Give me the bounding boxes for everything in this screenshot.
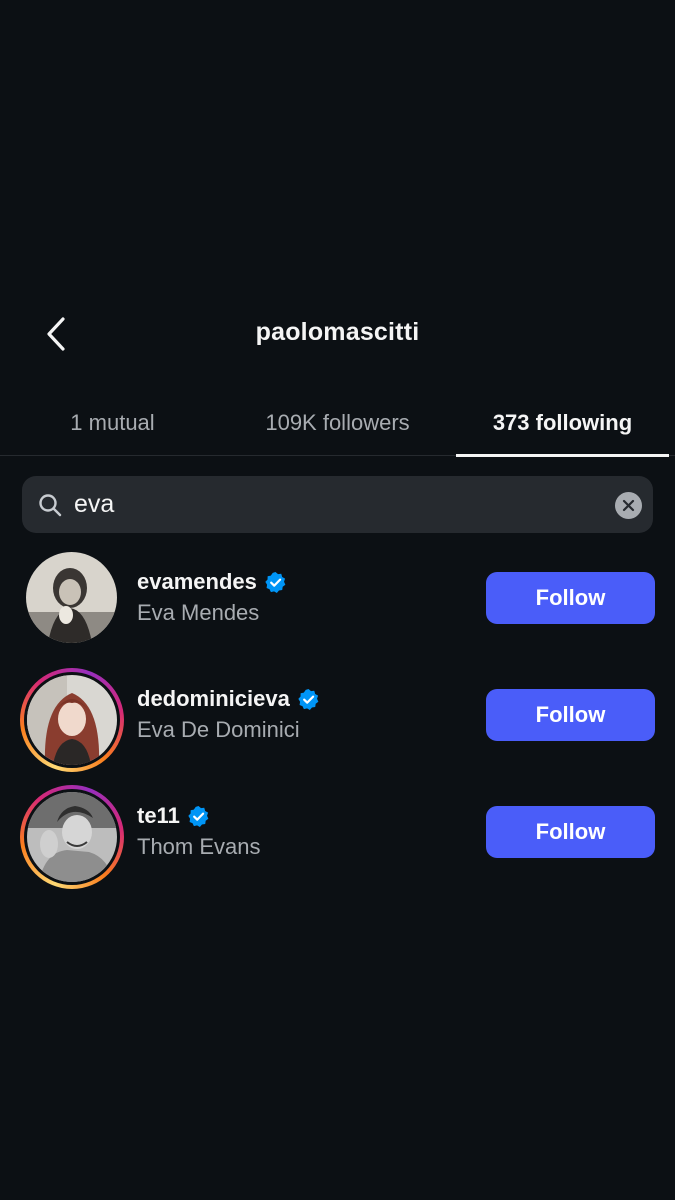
user-text: te11 Thom Evans <box>137 801 261 860</box>
follow-button[interactable]: Follow <box>486 689 655 741</box>
search-bar <box>22 476 653 533</box>
clear-icon <box>622 499 635 512</box>
tab-mutual[interactable]: 1 mutual <box>0 390 225 456</box>
avatar <box>27 675 117 765</box>
active-tab-indicator <box>456 454 669 457</box>
user-text: evamendes Eva Mendes <box>137 567 287 626</box>
following-screen: paolomascitti 1 mutual 109K followers 37… <box>0 0 675 1200</box>
user-text: dedominicieva Eva De Dominici <box>137 684 320 743</box>
full-name: Eva Mendes <box>137 600 260 625</box>
list-item[interactable]: te11 Thom Evans Follow <box>0 779 675 896</box>
story-ring[interactable] <box>20 668 124 772</box>
clear-search-button[interactable] <box>615 492 642 519</box>
search-icon <box>39 494 62 517</box>
user-list: evamendes Eva Mendes Follow dedominiciev… <box>0 545 675 896</box>
username[interactable]: te11 <box>137 803 180 829</box>
verified-badge-icon <box>188 805 209 827</box>
search-input[interactable] <box>74 482 594 526</box>
full-name: Eva De Dominici <box>137 717 300 742</box>
page-title: paolomascitti <box>255 318 420 346</box>
list-item[interactable]: dedominicieva Eva De Dominici Follow <box>0 662 675 779</box>
list-item[interactable]: evamendes Eva Mendes Follow <box>0 545 675 662</box>
avatar[interactable] <box>26 552 117 643</box>
username[interactable]: evamendes <box>137 569 257 595</box>
header: paolomascitti <box>0 300 675 366</box>
follow-button[interactable]: Follow <box>486 572 655 624</box>
verified-badge-icon <box>265 571 286 593</box>
verified-badge-icon <box>298 688 319 710</box>
tab-following[interactable]: 373 following <box>456 390 669 456</box>
follow-button[interactable]: Follow <box>486 806 655 858</box>
story-ring[interactable] <box>20 785 124 889</box>
avatar <box>27 792 117 882</box>
tab-bar: 1 mutual 109K followers 373 following <box>0 390 675 457</box>
tab-followers[interactable]: 109K followers <box>225 390 450 456</box>
full-name: Thom Evans <box>137 834 261 859</box>
username[interactable]: dedominicieva <box>137 686 290 712</box>
